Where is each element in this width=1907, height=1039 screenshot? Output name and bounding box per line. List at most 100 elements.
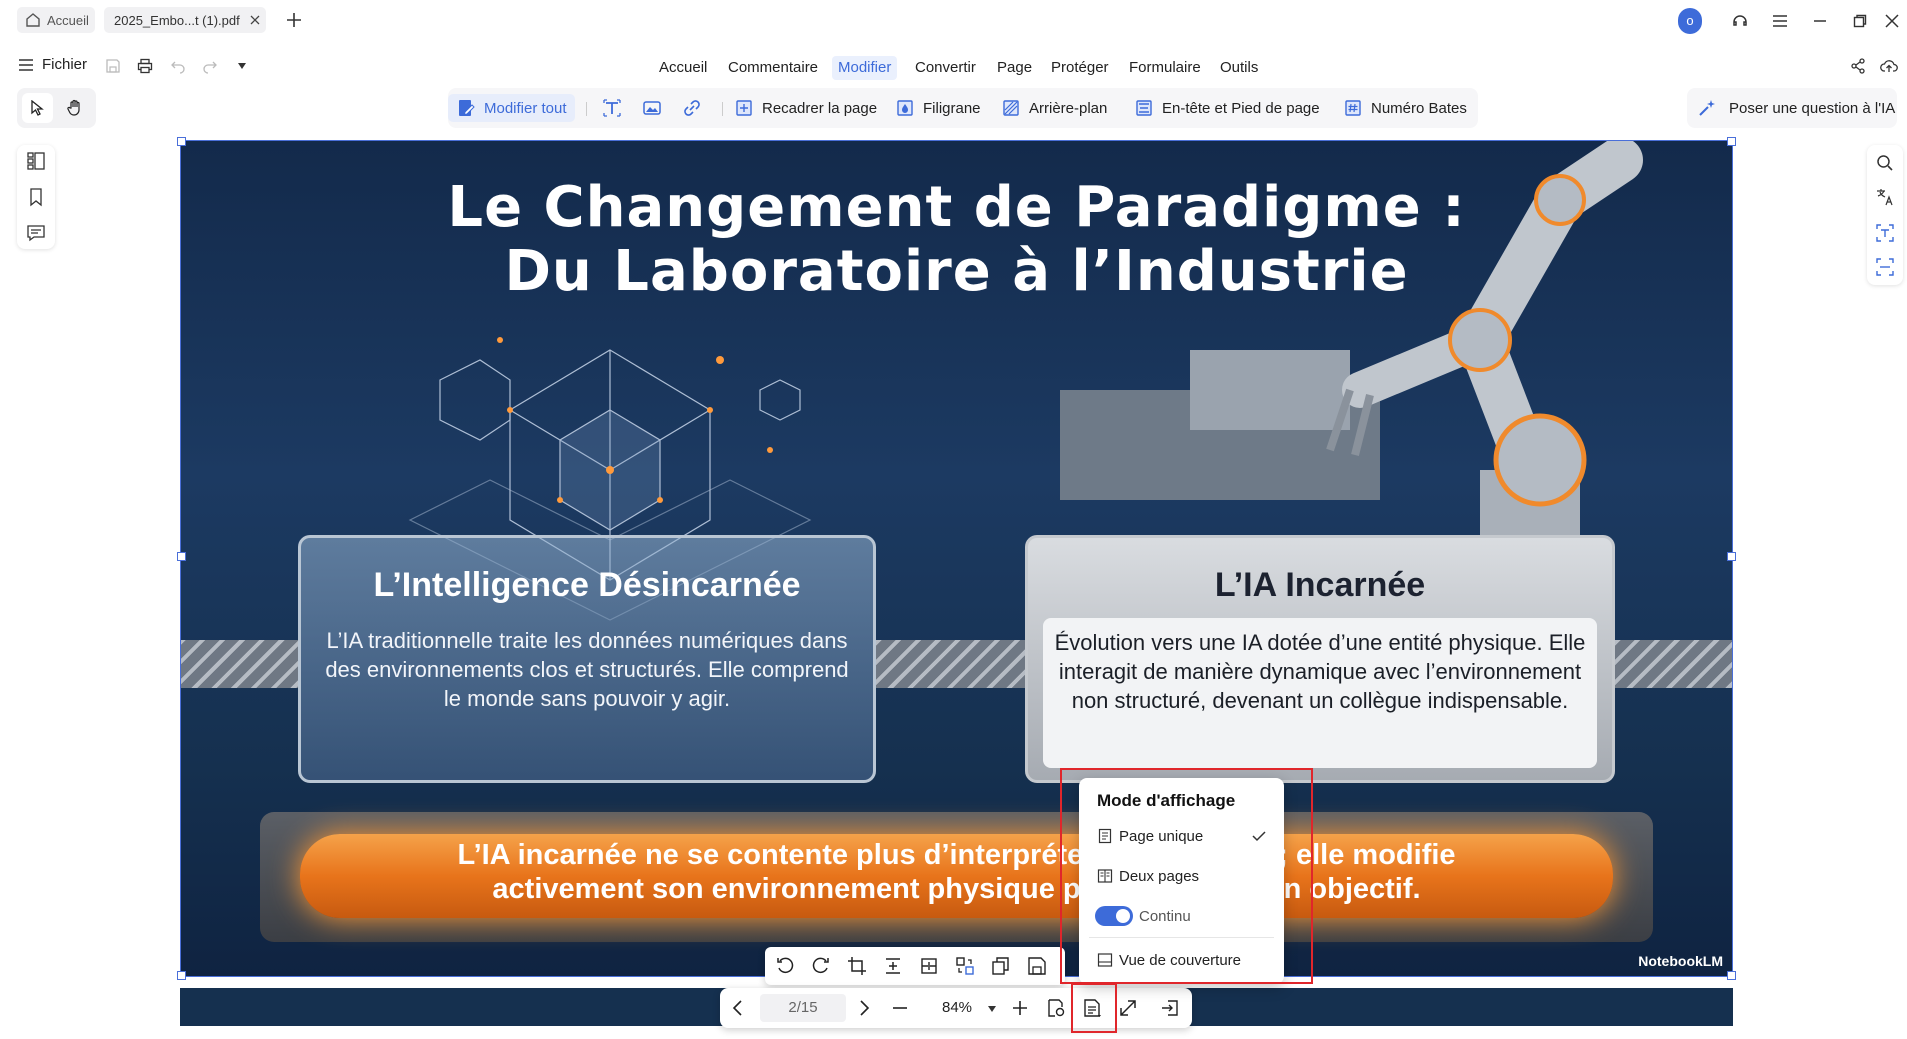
pdf-page-slide[interactable]: Le Changement de Paradigme : Du Laborato… xyxy=(180,140,1733,977)
fit-page-icon[interactable] xyxy=(1046,998,1066,1018)
replace-page-icon[interactable] xyxy=(955,956,975,976)
toolbar-divider xyxy=(586,102,587,116)
hand-icon xyxy=(67,99,80,116)
notebooklm-logo: NotebookLM xyxy=(1638,953,1723,969)
single-page-option[interactable]: Page unique xyxy=(1089,821,1274,851)
background-button[interactable]: Arrière-plan xyxy=(1001,94,1107,122)
search-icon[interactable] xyxy=(1875,153,1895,173)
menu-formulaire[interactable]: Formulaire xyxy=(1123,56,1207,80)
rotate-left-icon[interactable] xyxy=(775,956,795,976)
ocr-icon[interactable] xyxy=(1875,223,1895,243)
zoom-level[interactable]: 84% xyxy=(942,994,972,1022)
background-icon xyxy=(1003,100,1019,116)
tab-home[interactable]: Accueil xyxy=(17,7,95,33)
hand-tool-button[interactable] xyxy=(59,93,90,123)
page-number-input[interactable]: 2/15 xyxy=(760,994,846,1022)
bates-number-button[interactable]: Numéro Bates xyxy=(1343,94,1467,122)
menu-commentaire[interactable]: Commentaire xyxy=(722,56,824,80)
slide-title-line1: Le Changement de Paradigme : xyxy=(447,175,1466,240)
watermark-button[interactable]: Filigrane xyxy=(895,94,981,122)
zoom-dropdown-icon[interactable] xyxy=(988,1006,996,1012)
split-page-icon[interactable] xyxy=(919,956,939,976)
insert-page-icon[interactable] xyxy=(883,956,903,976)
banner-line1: L’IA incarnée ne se contente plus d’inte… xyxy=(457,839,1456,871)
undo-icon[interactable] xyxy=(170,58,186,74)
tab-bar: Accueil 2025_Embo...t (1).pdf o xyxy=(0,0,1907,42)
save-icon[interactable] xyxy=(105,58,121,74)
continuous-label: Continu xyxy=(1139,907,1191,925)
hamburger-menu-icon[interactable] xyxy=(1768,9,1792,33)
two-pages-icon xyxy=(1097,869,1113,883)
fullscreen-icon[interactable] xyxy=(1118,998,1138,1018)
select-tool-button[interactable] xyxy=(22,93,53,123)
panel-left-body: L’IA traditionnelle traite les données n… xyxy=(325,628,849,711)
home-icon xyxy=(26,13,40,27)
crop-page-button[interactable]: Recadrer la page xyxy=(734,94,877,122)
page-navigation-bar: 2/15 84% xyxy=(720,988,1192,1028)
close-window-icon[interactable] xyxy=(1880,9,1904,33)
edit-link-button[interactable] xyxy=(682,94,710,122)
edit-image-button[interactable] xyxy=(642,94,670,122)
continuous-toggle[interactable] xyxy=(1095,906,1133,926)
zoom-out-icon[interactable] xyxy=(890,998,910,1018)
minimize-icon[interactable] xyxy=(1808,9,1832,33)
next-page-icon[interactable] xyxy=(854,998,874,1018)
close-icon[interactable] xyxy=(250,15,260,25)
tab-home-label: Accueil xyxy=(47,12,89,28)
previous-page-icon[interactable] xyxy=(728,998,748,1018)
cloud-upload-icon[interactable] xyxy=(1880,58,1898,74)
redo-icon[interactable] xyxy=(202,58,218,74)
share-icon[interactable] xyxy=(1850,58,1866,74)
rotate-right-icon[interactable] xyxy=(811,956,831,976)
watermark-label: Filigrane xyxy=(923,99,981,117)
cover-view-option[interactable]: Vue de couverture xyxy=(1089,945,1274,975)
new-tab-icon[interactable] xyxy=(286,12,302,28)
crop-page-label: Recadrer la page xyxy=(762,99,878,117)
edit-all-label: Modifier tout xyxy=(484,99,567,117)
panel-left-heading: L’Intelligence Désincarnée xyxy=(373,566,801,604)
rail-middle xyxy=(876,640,1025,688)
view-mode-icon[interactable] xyxy=(1082,998,1102,1018)
bates-number-label: Numéro Bates xyxy=(1371,99,1467,117)
bookmark-icon[interactable] xyxy=(26,187,46,207)
edit-all-button[interactable]: Modifier tout xyxy=(448,94,575,122)
ask-ai-button[interactable]: Poser une question à l'IA xyxy=(1687,88,1897,128)
header-footer-icon xyxy=(1136,100,1152,116)
chevron-down-icon[interactable] xyxy=(238,63,246,69)
page-mini-toolbar xyxy=(765,947,1065,985)
print-icon[interactable] xyxy=(137,58,153,74)
menu-accueil[interactable]: Accueil xyxy=(653,56,713,80)
background-label: Arrière-plan xyxy=(1029,99,1108,117)
duplicate-page-icon[interactable] xyxy=(991,956,1011,976)
menu-modifier[interactable]: Modifier xyxy=(832,56,898,80)
avatar[interactable]: o xyxy=(1678,8,1702,34)
translate-icon[interactable] xyxy=(1875,187,1895,207)
comment-icon[interactable] xyxy=(26,223,46,243)
tab-document[interactable]: 2025_Embo...t (1).pdf xyxy=(104,7,266,33)
file-menu-button[interactable]: Fichier xyxy=(18,56,87,73)
menu-convertir[interactable]: Convertir xyxy=(909,56,982,80)
checkmark-icon xyxy=(1252,831,1266,842)
two-pages-option[interactable]: Deux pages xyxy=(1089,861,1274,891)
exit-reading-icon[interactable] xyxy=(1160,998,1180,1018)
toolbar-divider xyxy=(722,102,723,116)
view-mode-title: Mode d'affichage xyxy=(1097,791,1236,810)
thumbnails-icon[interactable] xyxy=(26,151,46,171)
save-page-icon[interactable] xyxy=(1027,956,1047,976)
ai-sparkle-icon xyxy=(1699,100,1715,116)
single-page-label: Page unique xyxy=(1119,827,1204,845)
zoom-in-icon[interactable] xyxy=(1010,998,1030,1018)
header-footer-button[interactable]: En-tête et Pied de page xyxy=(1134,94,1320,122)
panel-right-body: Évolution vers une IA dotée d’une entité… xyxy=(1054,630,1586,713)
menu-outils[interactable]: Outils xyxy=(1214,56,1264,80)
menu-proteger[interactable]: Protéger xyxy=(1045,56,1115,80)
restore-icon[interactable] xyxy=(1848,9,1872,33)
edit-text-button[interactable] xyxy=(602,94,630,122)
cursor-tool-group xyxy=(17,88,96,128)
continuous-toggle-row[interactable]: Continu xyxy=(1089,901,1274,931)
crop-icon[interactable] xyxy=(847,956,867,976)
headset-icon[interactable] xyxy=(1728,9,1752,33)
scan-icon[interactable] xyxy=(1875,257,1895,277)
popup-divider xyxy=(1089,937,1274,938)
menu-page[interactable]: Page xyxy=(991,56,1038,80)
